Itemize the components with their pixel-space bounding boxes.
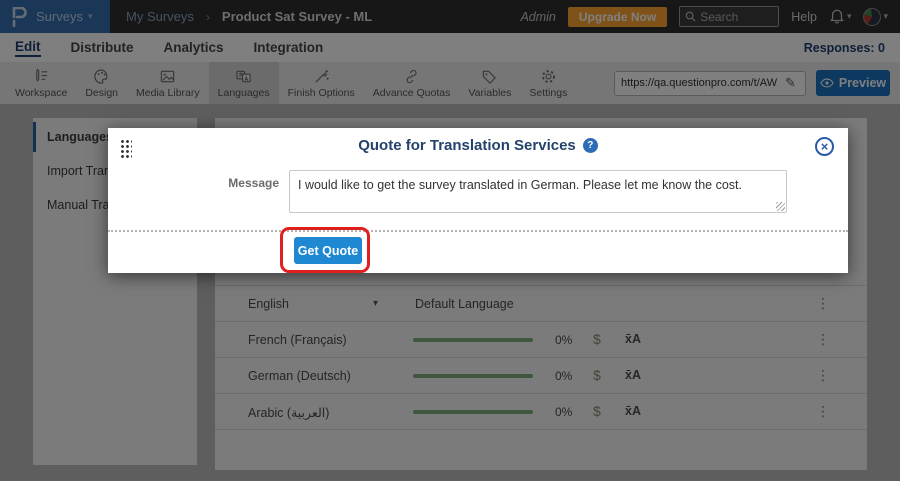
get-quote-button[interactable]: Get Quote bbox=[294, 237, 362, 264]
app-window: Surveys ▾ My Surveys › Product Sat Surve… bbox=[0, 0, 900, 481]
help-icon[interactable]: ? bbox=[583, 138, 598, 153]
modal-footer-divider bbox=[108, 230, 848, 232]
modal-header: Quote for Translation Services ? × bbox=[108, 128, 848, 162]
modal-title: Quote for Translation Services bbox=[358, 137, 576, 154]
message-textarea[interactable]: I would like to get the survey translate… bbox=[289, 170, 787, 213]
quote-translation-modal: Quote for Translation Services ? × Messa… bbox=[108, 128, 848, 273]
message-label: Message bbox=[219, 176, 279, 190]
close-icon[interactable]: × bbox=[815, 137, 834, 156]
